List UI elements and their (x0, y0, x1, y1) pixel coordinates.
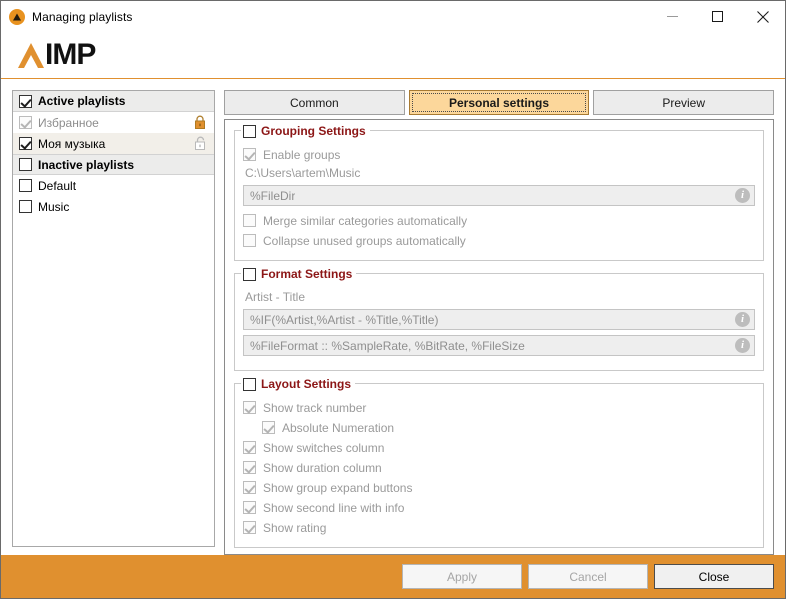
window-title: Managing playlists (32, 9, 133, 25)
group-title-label: Grouping Settings (261, 124, 366, 138)
minimize-icon[interactable] (650, 1, 695, 32)
title-bar: Managing playlists (1, 1, 785, 32)
playlist-group-label: Active playlists (38, 94, 125, 108)
list-item[interactable]: Default (13, 175, 214, 196)
grouping-settings-header: Grouping Settings (241, 123, 370, 139)
list-item[interactable]: Music (13, 196, 214, 217)
checkbox-show-rating[interactable] (243, 521, 256, 534)
branding-band: IMP (1, 32, 785, 79)
checkbox-inactive-playlists[interactable] (19, 158, 32, 171)
option-show-group-expand-buttons[interactable]: Show group expand buttons (243, 478, 755, 497)
group-title-label: Layout Settings (261, 377, 351, 391)
lock-open-icon[interactable] (193, 136, 207, 154)
checkbox-playlist-my-music[interactable] (19, 137, 32, 150)
layout-settings-group: Layout Settings Show track number Absolu… (234, 383, 764, 548)
playlist-label: Default (38, 179, 76, 193)
checkbox-playlist-music[interactable] (19, 200, 32, 213)
artist-title-label: Artist - Title (245, 289, 755, 307)
checkbox-grouping-settings[interactable] (243, 125, 256, 138)
tab-panel-personal-settings: Grouping Settings Enable groups C:\Users… (224, 119, 774, 555)
field-value: %IF(%Artist,%Artist - %Title,%Title) (250, 313, 438, 327)
option-label: Show switches column (263, 441, 384, 455)
tab-preview[interactable]: Preview (593, 90, 774, 115)
window-controls (650, 1, 785, 32)
tab-personal-settings[interactable]: Personal settings (409, 90, 590, 115)
checkbox-format-settings[interactable] (243, 268, 256, 281)
option-label: Show second line with info (263, 501, 404, 515)
option-label: Merge similar categories automatically (263, 214, 467, 228)
checkbox-show-second-line[interactable] (243, 501, 256, 514)
aimp-wordmark: IMP (18, 38, 95, 68)
lock-closed-icon[interactable] (193, 115, 207, 133)
field-value: %FileDir (250, 189, 295, 203)
checkbox-show-switches-column[interactable] (243, 441, 256, 454)
option-show-switches-column[interactable]: Show switches column (243, 438, 755, 457)
aimp-logo-icon (9, 9, 25, 25)
field-value: %FileFormat :: %SampleRate, %BitRate, %F… (250, 339, 525, 353)
group-title-label: Format Settings (261, 267, 352, 281)
dialog-footer: Apply Cancel Close (1, 555, 785, 598)
info-icon[interactable]: i (735, 188, 750, 203)
playlist-group-label: Inactive playlists (38, 158, 134, 172)
option-show-duration-column[interactable]: Show duration column (243, 458, 755, 477)
option-label: Show track number (263, 401, 366, 415)
playlist-label: Моя музыка (38, 137, 105, 151)
option-label: Absolute Numeration (282, 421, 394, 435)
list-item[interactable]: Избранное (13, 112, 214, 133)
close-button[interactable]: Close (654, 564, 774, 589)
apply-button[interactable]: Apply (402, 564, 522, 589)
checkbox-active-playlists[interactable] (19, 95, 32, 108)
grouping-settings-group: Grouping Settings Enable groups C:\Users… (234, 130, 764, 261)
option-show-second-line[interactable]: Show second line with info (243, 498, 755, 517)
checkbox-playlist-default[interactable] (19, 179, 32, 192)
checkbox-show-group-expand-buttons[interactable] (243, 481, 256, 494)
option-label: Show rating (263, 521, 326, 535)
close-icon[interactable] (740, 1, 785, 32)
tab-common[interactable]: Common (224, 90, 405, 115)
group-path-label: C:\Users\artem\Music (245, 165, 755, 183)
managing-playlists-window: Managing playlists IMP Active playlis (0, 0, 786, 599)
cancel-button[interactable]: Cancel (528, 564, 648, 589)
checkbox-enable-groups[interactable] (243, 148, 256, 161)
format-settings-header: Format Settings (241, 266, 356, 282)
playlists-list[interactable]: Active playlists Избранное Моя музыка (12, 90, 215, 547)
aimp-wordmark-text: IMP (45, 42, 95, 68)
group-template-field[interactable]: %FileDir i (243, 185, 755, 206)
list-item[interactable]: Моя музыка (13, 133, 214, 154)
tab-bar: Common Personal settings Preview (224, 90, 774, 115)
option-label: Collapse unused groups automatically (263, 234, 466, 248)
option-label: Show group expand buttons (263, 481, 412, 495)
option-label: Show duration column (263, 461, 382, 475)
format-line2-field[interactable]: %FileFormat :: %SampleRate, %BitRate, %F… (243, 335, 755, 356)
aimp-triangle-icon (18, 43, 44, 68)
option-show-track-number[interactable]: Show track number (243, 398, 755, 417)
option-absolute-numeration[interactable]: Absolute Numeration (243, 418, 755, 437)
option-label: Enable groups (263, 148, 340, 162)
checkbox-show-duration-column[interactable] (243, 461, 256, 474)
playlist-group-inactive[interactable]: Inactive playlists (13, 154, 214, 175)
option-collapse-groups[interactable]: Collapse unused groups automatically (243, 231, 755, 250)
playlist-label: Music (38, 200, 69, 214)
checkbox-layout-settings[interactable] (243, 378, 256, 391)
info-icon[interactable]: i (735, 338, 750, 353)
checkbox-absolute-numeration[interactable] (262, 421, 275, 434)
option-merge-categories[interactable]: Merge similar categories automatically (243, 211, 755, 230)
playlist-group-active[interactable]: Active playlists (13, 91, 214, 112)
option-show-rating[interactable]: Show rating (243, 518, 755, 537)
main-content: Active playlists Избранное Моя музыка (1, 79, 785, 555)
settings-pane: Common Personal settings Preview Groupin… (224, 90, 774, 555)
format-settings-group: Format Settings Artist - Title %IF(%Arti… (234, 273, 764, 371)
option-enable-groups[interactable]: Enable groups (243, 145, 755, 164)
checkbox-show-track-number[interactable] (243, 401, 256, 414)
format-line1-field[interactable]: %IF(%Artist,%Artist - %Title,%Title) i (243, 309, 755, 330)
info-icon[interactable]: i (735, 312, 750, 327)
layout-settings-header: Layout Settings (241, 376, 355, 392)
maximize-icon[interactable] (695, 1, 740, 32)
checkbox-merge-categories[interactable] (243, 214, 256, 227)
checkbox-playlist-favorites[interactable] (19, 116, 32, 129)
checkbox-collapse-groups[interactable] (243, 234, 256, 247)
playlist-label: Избранное (38, 116, 99, 130)
